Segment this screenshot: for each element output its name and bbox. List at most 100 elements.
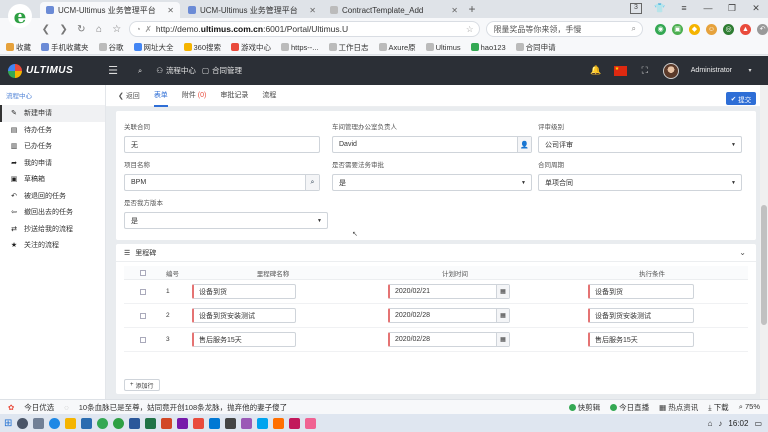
word-taskbar-icon[interactable]	[129, 417, 141, 429]
sidebar-item-todo[interactable]: ▤ 待办任务	[0, 122, 105, 139]
header-search-icon[interactable]: ⌕	[138, 66, 142, 76]
milestone-name-input[interactable]: 售后服务15天	[192, 332, 296, 347]
close-window-icon[interactable]: ✕	[750, 3, 762, 14]
search-icon[interactable]: ⌕	[305, 175, 319, 190]
menu-icon[interactable]: ≡	[678, 3, 690, 14]
bookmark-item[interactable]: hao123	[470, 43, 506, 52]
milestone-name-input[interactable]: 设备到货	[192, 284, 296, 299]
tab-attachments[interactable]: 附件 (0)	[182, 85, 207, 107]
mail-taskbar-icon[interactable]	[81, 417, 93, 429]
refresh-icon[interactable]: ↻	[75, 24, 87, 35]
maximize-icon[interactable]: ❐	[726, 3, 738, 14]
user-picker-icon[interactable]: 👤	[517, 137, 531, 152]
related-contract-input[interactable]: 无	[124, 136, 320, 153]
quick-edit-link[interactable]: 快剪辑	[568, 402, 600, 413]
back-arrow-icon[interactable]: ❮	[40, 24, 52, 35]
browser-tab-3[interactable]: ContractTemplate_Add ✕	[324, 2, 464, 18]
close-icon[interactable]: ✕	[167, 6, 174, 15]
contract-cycle-select[interactable]: 单项合同 ▼	[538, 174, 742, 191]
bookmark-item[interactable]: 收藏	[6, 42, 31, 53]
row-checkbox[interactable]	[140, 336, 146, 343]
browser-tab-2[interactable]: UCM-Ultimus 业务管理平台 ✕	[182, 2, 322, 18]
sidebar-item-withdrawn[interactable]: ⇦ 撤回出去的任务	[0, 204, 105, 221]
our-template-select[interactable]: 是 ▼	[124, 212, 328, 229]
header-nav-contract-management[interactable]: ▢ 合同管理	[202, 65, 242, 76]
bookmark-item[interactable]: 工作日志	[328, 42, 369, 53]
browser-logo-icon[interactable]: e	[8, 4, 32, 28]
calendar-icon[interactable]: ▦	[496, 309, 509, 322]
condition-input[interactable]: 设备到货安装测试	[588, 308, 694, 323]
select-all-checkbox[interactable]	[140, 269, 146, 276]
windows-start-icon[interactable]: ⊞	[4, 418, 12, 429]
china-flag-icon[interactable]	[613, 65, 627, 76]
close-icon[interactable]: ✕	[451, 6, 458, 15]
new-tab-button[interactable]: +	[464, 2, 480, 18]
app-taskbar-icon[interactable]	[273, 417, 285, 429]
ie-taskbar-icon[interactable]	[113, 417, 125, 429]
app-taskbar-icon[interactable]	[209, 417, 221, 429]
app-taskbar-icon[interactable]	[193, 417, 205, 429]
back-link[interactable]: ❮ 返回	[118, 91, 140, 101]
extension-icon[interactable]: ☺	[706, 23, 717, 35]
bookmark-item[interactable]: Axure原	[378, 42, 416, 53]
sidebar-item-done[interactable]: ▥ 已办任务	[0, 138, 105, 155]
sidebar-item-drafts[interactable]: ▣ 草稿箱	[0, 171, 105, 188]
fullscreen-icon[interactable]: ⛶	[639, 65, 651, 76]
header-nav-process-center[interactable]: ⚇ 流程中心	[156, 65, 196, 76]
legal-review-select[interactable]: 是 ▼	[332, 174, 532, 191]
calendar-icon[interactable]: ▦	[496, 333, 509, 346]
zoom-level[interactable]: ⌕ 75%	[739, 402, 760, 412]
scrollbar-thumb[interactable]	[761, 205, 767, 325]
milestone-header[interactable]: ☰ 里程碑 ⌄	[116, 244, 756, 262]
planned-date-input[interactable]: 2020/02/28 ▦	[388, 308, 510, 323]
chevron-down-icon[interactable]: ▾	[744, 67, 756, 74]
milestone-name-input[interactable]: 设备到货安装测试	[192, 308, 296, 323]
chevron-down-icon[interactable]: ⌄	[739, 248, 746, 257]
search-input[interactable]: 限量奖品等你来领，手慢 ⌕	[486, 21, 643, 37]
sidebar-item-new-request[interactable]: ✎ 新建申请	[0, 105, 105, 122]
clock[interactable]: 16:02	[728, 419, 748, 428]
row-checkbox[interactable]	[140, 312, 146, 319]
add-row-button[interactable]: + 添加行	[124, 379, 160, 391]
search-icon[interactable]: ⌕	[632, 24, 636, 34]
bookmark-item[interactable]: 网址大全	[133, 42, 174, 53]
planned-date-input[interactable]: 2020/02/21 ▦	[388, 284, 510, 299]
url-input[interactable]: ◔ ✗ http://demo. ultimus.com.cn:6001/Port…	[128, 21, 481, 37]
tab-count-badge[interactable]: 3	[630, 3, 642, 14]
planned-date-input[interactable]: 2020/02/28 ▦	[388, 332, 510, 347]
app-logo[interactable]: ULTIMUS	[0, 56, 104, 85]
hamburger-menu-icon[interactable]: ☰	[106, 64, 120, 77]
live-link[interactable]: 今日直播	[610, 402, 649, 413]
skin-icon[interactable]: 👕	[654, 3, 666, 14]
bookmark-item[interactable]: 游戏中心	[231, 42, 271, 53]
onenote-taskbar-icon[interactable]	[177, 417, 189, 429]
calendar-icon[interactable]: ▦	[496, 285, 509, 298]
review-level-select[interactable]: 公司评审 ▼	[538, 136, 742, 153]
sidebar-item-my-requests[interactable]: ➦ 我的申请	[0, 155, 105, 172]
extension-icon[interactable]: ◎	[723, 23, 734, 35]
submit-button[interactable]: ✔ 提交	[726, 92, 756, 105]
sidebar-item-followed[interactable]: ★ 关注的流程	[0, 237, 105, 254]
chrome-taskbar-icon[interactable]	[97, 417, 109, 429]
bookmark-item[interactable]: 谷歌	[98, 42, 124, 53]
condition-input[interactable]: 设备到货	[588, 284, 694, 299]
bookmark-item[interactable]: 360搜索	[183, 42, 221, 53]
search-icon[interactable]	[17, 417, 29, 429]
tab-form[interactable]: 表单	[153, 85, 168, 107]
bookmark-item[interactable]: 手机收藏夹	[41, 42, 89, 53]
workshop-manager-input[interactable]: David 👤	[332, 136, 532, 153]
notification-icon[interactable]: ▭	[754, 419, 762, 428]
avatar[interactable]	[662, 62, 679, 79]
condition-input[interactable]: 售后服务15天	[588, 332, 694, 347]
browser-tab-1[interactable]: UCM-Ultimus 业务管理平台 ✕	[40, 2, 180, 18]
extension-icon[interactable]: ◆	[689, 23, 700, 35]
network-icon[interactable]: ⌂	[708, 419, 713, 428]
extension-icon[interactable]: ◉	[655, 23, 666, 35]
browser-taskbar-icon[interactable]	[49, 417, 61, 429]
extension-icon[interactable]: ▣	[672, 23, 683, 35]
app-taskbar-icon[interactable]	[305, 417, 317, 429]
excel-taskbar-icon[interactable]	[145, 417, 157, 429]
bookmark-item[interactable]: 合同申请	[515, 42, 556, 53]
minimize-icon[interactable]: —	[702, 3, 714, 14]
undo-icon[interactable]: ↶	[757, 23, 768, 35]
